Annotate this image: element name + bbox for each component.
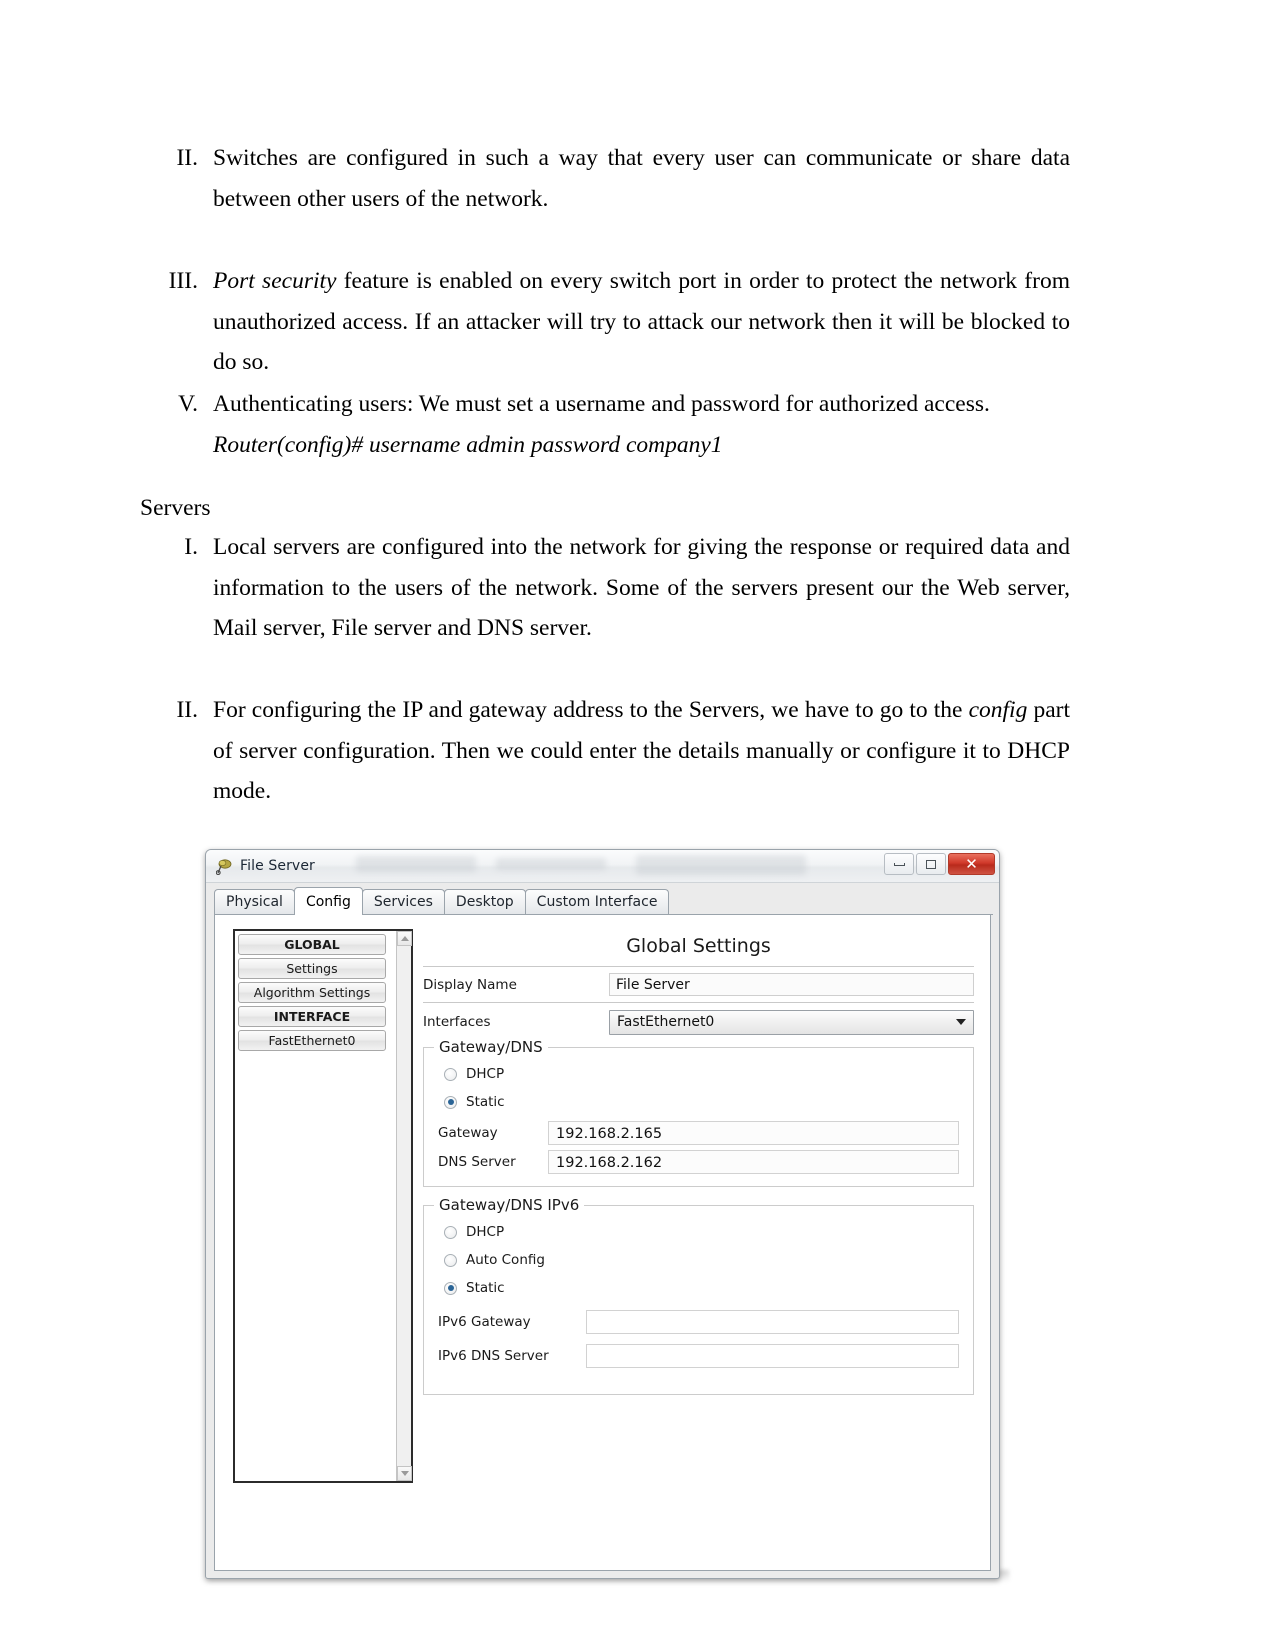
tab-custom-interface[interactable]: Custom Interface (524, 889, 670, 914)
gateway-dhcp-option[interactable]: DHCP (438, 1060, 959, 1088)
radio-icon-ipv6-dhcp (444, 1225, 457, 1239)
scan-artifact (356, 856, 476, 872)
server-list-marker-i: I. (184, 534, 198, 560)
close-icon: ✕ (965, 854, 978, 873)
ipv6-dhcp-option[interactable]: DHCP (438, 1218, 959, 1246)
paragraph-port-security: Port security feature is enabled on ever… (213, 261, 1070, 383)
ipv6-gateway-input[interactable] (586, 1310, 959, 1334)
maximize-icon (926, 859, 936, 869)
list-marker-iii: III. (168, 268, 198, 294)
ipv6-static-label: Static (466, 1280, 505, 1296)
gateway-field-row: Gateway 192.168.2.165 (438, 1121, 959, 1145)
ipv6-gateway-label: IPv6 Gateway (438, 1314, 531, 1330)
window-bottom-strip (214, 1535, 991, 1571)
paragraph-configuring-ip: For configuring the IP and gateway addre… (213, 690, 1070, 812)
chevron-down-icon (400, 1471, 409, 1476)
window-title: File Server (240, 858, 315, 874)
tab-config[interactable]: Config (293, 887, 363, 915)
port-security-rest: feature is enabled on every switch port … (213, 268, 1070, 375)
paragraph-authenticating-users: Authenticating users: We must set a user… (213, 391, 990, 417)
configuring-ip-before: For configuring the IP and gateway addre… (213, 697, 969, 723)
display-name-label: Display Name (423, 976, 517, 993)
interfaces-label: Interfaces (423, 1014, 491, 1030)
packet-tracer-server-icon (215, 858, 233, 875)
server-list-marker-ii: II. (176, 697, 198, 723)
interfaces-row: Interfaces FastEthernet0 (423, 1003, 974, 1041)
window-controls: ✕ (884, 853, 995, 875)
window-titlebar[interactable]: File Server ✕ (206, 850, 999, 883)
gateway-dns-group: Gateway/DNS DHCP Static Gateway 192.168.… (423, 1038, 974, 1187)
settings-panel-title: Global Settings (423, 929, 974, 967)
sidebar-item-interface[interactable]: INTERFACE (238, 1006, 386, 1027)
dns-server-label: DNS Server (438, 1154, 516, 1170)
tab-desktop[interactable]: Desktop (443, 889, 526, 914)
file-server-config-window: File Server ✕ Physical Config Services D… (205, 849, 1000, 1579)
config-emphasis: config (968, 697, 1028, 723)
scan-artifact (636, 855, 806, 875)
paragraph-switches: Switches are configured in such a way th… (213, 145, 1070, 212)
ipv6-dns-server-input[interactable] (586, 1344, 959, 1368)
radio-icon-static (444, 1095, 457, 1109)
tab-services[interactable]: Services (361, 889, 445, 914)
gateway-static-label: Static (466, 1094, 505, 1110)
close-button[interactable]: ✕ (948, 853, 995, 875)
sidebar-item-fastethernet0[interactable]: FastEthernet0 (238, 1030, 386, 1051)
ipv6-auto-config-option[interactable]: Auto Config (438, 1246, 959, 1274)
sidebar-scrollbar[interactable] (396, 931, 412, 1481)
gateway-dhcp-label: DHCP (466, 1066, 505, 1082)
router-command-line: Router(config)# username admin password … (213, 432, 723, 458)
scroll-up-button[interactable] (397, 931, 412, 946)
ipv6-gateway-field-row: IPv6 Gateway (438, 1310, 959, 1334)
dns-server-field-row: DNS Server 192.168.2.162 (438, 1150, 959, 1174)
ipv6-auto-config-label: Auto Config (466, 1252, 545, 1268)
ipv6-dhcp-label: DHCP (466, 1224, 505, 1240)
ipv6-dns-server-field-row: IPv6 DNS Server (438, 1344, 959, 1368)
chevron-down-icon (956, 1019, 966, 1025)
dns-server-input[interactable]: 192.168.2.162 (548, 1150, 959, 1174)
gateway-dns-ipv6-group-title: Gateway/DNS IPv6 (434, 1196, 585, 1214)
radio-icon-dhcp (444, 1067, 457, 1081)
config-sidebar: GLOBAL Settings Algorithm Settings INTER… (233, 929, 413, 1483)
sidebar-item-global[interactable]: GLOBAL (238, 934, 386, 955)
ipv6-dns-server-label: IPv6 DNS Server (438, 1348, 549, 1364)
minimize-icon (893, 862, 905, 866)
sidebar-item-settings[interactable]: Settings (238, 958, 386, 979)
list-marker-ii: II. (176, 145, 198, 171)
maximize-button[interactable] (916, 853, 946, 875)
config-content-panel: GLOBAL Settings Algorithm Settings INTER… (214, 915, 991, 1560)
radio-icon-ipv6-static (444, 1281, 457, 1295)
gateway-dns-ipv6-group: Gateway/DNS IPv6 DHCP Auto Config Static… (423, 1196, 974, 1395)
global-settings-panel: Global Settings Display Name File Server… (423, 929, 974, 1545)
gateway-static-option[interactable]: Static (438, 1088, 959, 1116)
ipv6-static-option[interactable]: Static (438, 1274, 959, 1302)
gateway-dns-group-title: Gateway/DNS (434, 1038, 548, 1056)
display-name-input[interactable]: File Server (609, 973, 974, 996)
scan-artifact (496, 858, 606, 870)
tab-physical[interactable]: Physical (214, 889, 295, 914)
minimize-button[interactable] (884, 853, 914, 875)
chevron-up-icon (400, 936, 409, 941)
tab-strip: Physical Config Services Desktop Custom … (214, 887, 993, 915)
sidebar-list: GLOBAL Settings Algorithm Settings INTER… (235, 931, 390, 1051)
list-marker-v: V. (178, 391, 198, 417)
gateway-label: Gateway (438, 1125, 498, 1141)
radio-icon-ipv6-auto-config (444, 1253, 457, 1267)
section-heading-servers: Servers (140, 495, 211, 521)
interfaces-dropdown[interactable]: FastEthernet0 (609, 1009, 974, 1035)
gateway-input[interactable]: 192.168.2.165 (548, 1121, 959, 1145)
scroll-down-button[interactable] (397, 1466, 412, 1481)
port-security-emphasis: Port security (213, 268, 337, 294)
paragraph-local-servers: Local servers are configured into the ne… (213, 534, 1070, 641)
sidebar-item-algorithm-settings[interactable]: Algorithm Settings (238, 982, 386, 1003)
display-name-row: Display Name File Server (423, 967, 974, 1003)
interfaces-selected-value: FastEthernet0 (617, 1014, 715, 1030)
